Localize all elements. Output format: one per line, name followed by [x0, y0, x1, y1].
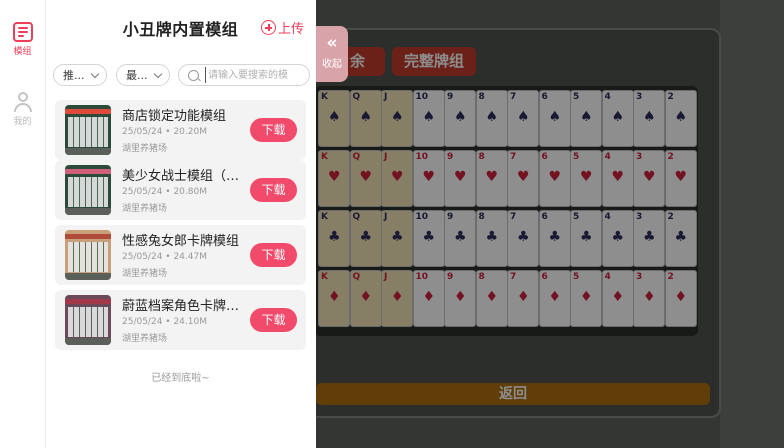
mod-thumbnail: [65, 105, 111, 155]
list-item[interactable]: 性感兔女郎卡牌模组 25/05/24 • 24.47M 湖里养猪场 下载: [55, 225, 306, 285]
mod-author: 湖里养猪场: [122, 269, 168, 279]
mod-meta: 25/05/24 • 20.20M: [122, 127, 207, 137]
mod-meta: 25/05/24 • 24.10M: [122, 317, 207, 327]
chevron-down-icon: [90, 69, 100, 79]
mod-thumbnail: [65, 165, 111, 215]
search-icon: [188, 70, 199, 81]
mod-meta: 25/05/24 • 20.80M: [122, 187, 207, 197]
nav-item-mine[interactable]: 我的: [0, 92, 45, 127]
mod-author: 湖里养猪场: [122, 204, 168, 214]
download-button[interactable]: 下载: [250, 118, 297, 142]
double-chevron-left-icon: «: [326, 33, 338, 53]
main-content: 小丑牌内置模组 上传 推... 最... 商店锁定功能模组 25/05/24 •…: [45, 0, 316, 448]
plus-circle-icon: [261, 20, 276, 35]
upload-button[interactable]: 上传: [261, 18, 304, 37]
mod-name: 性感兔女郎卡牌模组: [122, 234, 240, 249]
nav-item-mods[interactable]: 模组: [0, 22, 45, 57]
mod-meta: 25/05/24 • 24.47M: [122, 252, 207, 262]
mod-name: 美少女战士模组（替...: [122, 169, 246, 184]
time-dropdown-value: 最...: [126, 69, 148, 82]
mod-thumbnail: [65, 295, 111, 345]
list-icon: [12, 22, 33, 42]
nav-label-mods: 模组: [13, 47, 32, 57]
side-nav: 模组 我的: [0, 0, 46, 448]
sort-dropdown[interactable]: 推...: [53, 64, 107, 86]
collapse-tab[interactable]: « 收起: [316, 26, 348, 82]
upload-label: 上传: [278, 22, 305, 37]
mod-author: 湖里养猪场: [122, 144, 168, 154]
time-dropdown[interactable]: 最...: [116, 64, 170, 86]
list-item[interactable]: 美少女战士模组（替... 25/05/24 • 20.80M 湖里养猪场 下载: [55, 160, 306, 220]
sort-dropdown-value: 推...: [63, 69, 85, 82]
search-input[interactable]: [205, 67, 310, 83]
person-icon: [13, 92, 33, 112]
mod-name: 蔚蓝档案角色卡牌模...: [122, 299, 246, 314]
mod-author: 湖里养猪场: [122, 334, 168, 344]
search-box[interactable]: [178, 64, 310, 86]
mod-panel: 模组 我的 小丑牌内置模组 上传 推... 最... 请输入要搜索的模 商店锁定…: [0, 0, 316, 448]
chevron-down-icon: [153, 69, 163, 79]
mod-name: 商店锁定功能模组: [122, 109, 227, 124]
download-button[interactable]: 下载: [250, 243, 297, 267]
list-item[interactable]: 商店锁定功能模组 25/05/24 • 20.20M 湖里养猪场 下载: [55, 100, 306, 160]
mod-thumbnail: [65, 230, 111, 280]
download-button[interactable]: 下载: [250, 308, 297, 332]
nav-label-mine: 我的: [13, 117, 32, 127]
list-end-text: 已经到底啦~: [151, 373, 210, 384]
collapse-label: 收起: [322, 59, 342, 70]
filter-bar: 推... 最...: [53, 64, 313, 88]
download-button[interactable]: 下载: [250, 178, 297, 202]
list-item[interactable]: 蔚蓝档案角色卡牌模... 25/05/24 • 24.10M 湖里养猪场 下载: [55, 290, 306, 350]
